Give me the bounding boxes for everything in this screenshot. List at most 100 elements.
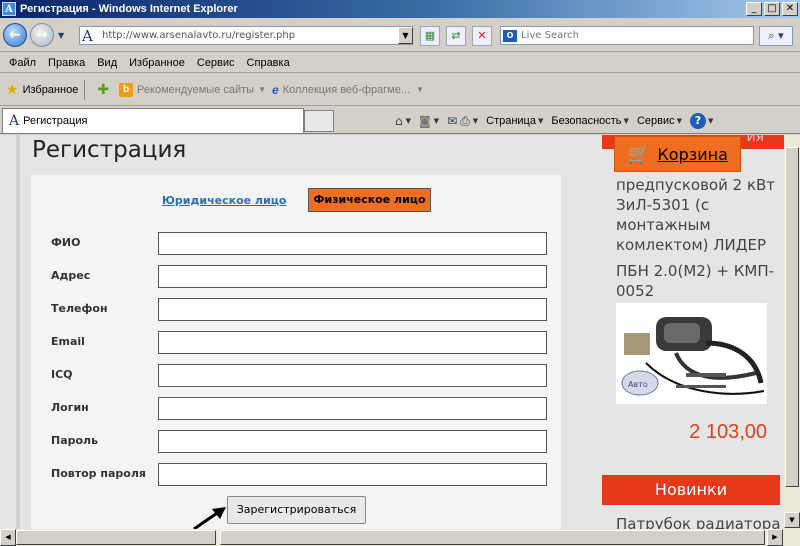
fio-input[interactable] <box>158 232 547 255</box>
product-title-line: предпусковой 2 кВт <box>616 176 776 194</box>
refresh-icon: ⇄ <box>451 29 461 42</box>
tab-registration[interactable]: A Регистрация <box>2 108 304 133</box>
home-icon[interactable]: ⌂ <box>395 114 403 128</box>
search-input[interactable] <box>521 30 741 41</box>
chevron-down-icon[interactable]: ▼ <box>434 117 439 125</box>
horizontal-scrollbar[interactable]: ◀ ▶ <box>0 529 800 546</box>
horizontal-scroll-track[interactable] <box>16 530 216 545</box>
forward-button[interactable]: → <box>30 23 54 47</box>
site-favicon-icon: A <box>82 26 93 45</box>
cart-label: Корзина <box>657 144 728 164</box>
favorites-label: Избранное <box>22 83 79 96</box>
right-sidebar: ия 🛒 Корзина предпусковой 2 кВт ЗиЛ-5301… <box>602 135 784 529</box>
chevron-down-icon[interactable]: ▼ <box>538 117 543 125</box>
page-menu[interactable]: Страница <box>486 115 536 127</box>
minimize-button[interactable]: _ <box>746 2 762 16</box>
horizontal-scroll-thumb[interactable] <box>220 530 765 545</box>
stop-button[interactable]: ✕ <box>472 26 492 46</box>
history-dropdown-icon[interactable]: ▼ <box>58 31 64 40</box>
password-repeat-input[interactable] <box>158 463 547 486</box>
close-button[interactable]: ✕ <box>782 2 798 16</box>
tools-menu[interactable]: Сервис <box>637 115 675 127</box>
help-icon[interactable]: ? <box>690 113 706 129</box>
toolbar-divider <box>84 79 86 100</box>
login-input[interactable] <box>158 397 547 420</box>
product-title-line: ЗиЛ-5301 (с <box>616 196 710 214</box>
chevron-down-icon[interactable]: ▼ <box>624 117 629 125</box>
menu-help[interactable]: Справка <box>241 57 296 69</box>
column-edge <box>16 135 20 529</box>
star-icon: ★ <box>6 81 19 97</box>
legal-entity-link[interactable]: Юридическое лицо <box>162 194 286 207</box>
new-tab-button[interactable] <box>304 110 334 132</box>
address-url[interactable]: http://www.arsenalavto.ru/register.php <box>102 30 295 41</box>
icq-input[interactable] <box>158 364 547 387</box>
chevron-down-icon[interactable]: ▼ <box>473 117 478 125</box>
fav-item-label: Рекомендуемые сайты <box>137 83 255 96</box>
maximize-button[interactable]: □ <box>764 2 780 16</box>
stop-icon: ✕ <box>477 29 487 42</box>
page-viewport: Регистрация Юридическое лицо Физическое … <box>0 135 784 529</box>
field-label-password-repeat: Повтор пароля <box>51 467 146 480</box>
product-price: 2 103,00 <box>689 421 767 443</box>
product-title-line: ПБН 2.0(М2) + КМП- <box>616 262 775 280</box>
menu-favorites[interactable]: Избранное <box>123 57 191 69</box>
search-button[interactable]: ⌕ ▾ <box>759 26 793 46</box>
tab-command-bar: A Регистрация ⌂ ▼ ◙ ▼ ✉ ⎙ ▼ Страница ▼ Б… <box>0 107 800 134</box>
menu-edit[interactable]: Правка <box>42 57 91 69</box>
magnifier-icon: ⌕ ▾ <box>768 29 784 42</box>
chevron-down-icon[interactable]: ▼ <box>708 117 713 125</box>
product-title[interactable]: предпусковой 2 кВт ЗиЛ-5301 (с монтажным… <box>616 175 776 301</box>
back-button[interactable]: ← <box>3 23 27 47</box>
scroll-down-arrow-icon[interactable]: ▼ <box>784 512 800 528</box>
window-title: Регистрация - Windows Internet Explorer <box>20 3 238 15</box>
add-favorite-button[interactable]: ✚ <box>97 81 113 98</box>
page-title: Регистрация <box>32 137 187 163</box>
product-title-line: комлектом) ЛИДЕР <box>616 236 767 254</box>
compat-icon: ▦ <box>424 29 436 42</box>
favorites-button[interactable]: ★ Избранное <box>6 81 78 98</box>
fav-item-label: Коллекция веб-фрагме... <box>282 83 411 96</box>
individual-button[interactable]: Физическое лицо <box>308 188 431 212</box>
email-input[interactable] <box>158 331 547 354</box>
favorites-bar: ★ Избранное ✚ b Рекомендуемые сайты ▼ e … <box>0 74 800 106</box>
search-box[interactable]: O <box>500 26 754 45</box>
add-favorite-icon: ✚ <box>97 81 110 97</box>
chevron-down-icon[interactable]: ▼ <box>406 117 411 125</box>
news-header[interactable]: Новинки <box>602 475 780 505</box>
safety-menu[interactable]: Безопасность <box>551 115 621 127</box>
rss-feed-icon[interactable]: ◙ <box>419 114 431 128</box>
chevron-down-icon: ▼ <box>416 85 424 94</box>
address-toolbar: ← → ▼ A http://www.arsenalavto.ru/regist… <box>0 18 800 52</box>
fav-item-suggested-sites[interactable]: b Рекомендуемые сайты ▼ <box>119 82 266 97</box>
register-button[interactable]: Зарегистрироваться <box>227 496 366 524</box>
product-image[interactable]: Авто <box>616 303 767 404</box>
cart-button[interactable]: 🛒 Корзина <box>614 136 741 172</box>
live-search-icon: O <box>503 29 517 42</box>
address-dropdown-button[interactable]: ▼ <box>398 27 413 44</box>
menu-tools[interactable]: Сервис <box>191 57 241 69</box>
command-bar: ⌂ ▼ ◙ ▼ ✉ ⎙ ▼ Страница ▼ Безопасность ▼ … <box>395 111 721 131</box>
vertical-scrollbar[interactable]: ▼ <box>784 135 800 529</box>
compatibility-view-button[interactable]: ▦ <box>420 26 440 46</box>
news-item[interactable]: Патрубок радиатора <box>616 515 781 529</box>
vertical-scroll-thumb[interactable] <box>785 147 799 487</box>
chevron-down-icon[interactable]: ▼ <box>677 117 682 125</box>
print-icon[interactable]: ⎙ <box>460 114 470 129</box>
address-input[interactable] <box>158 265 547 288</box>
product-title-line: 0052 <box>616 282 655 300</box>
bing-icon: b <box>119 82 134 97</box>
scroll-right-arrow-icon[interactable]: ▶ <box>767 529 783 546</box>
password-input[interactable] <box>158 430 547 453</box>
menu-view[interactable]: Вид <box>91 57 123 69</box>
mail-icon[interactable]: ✉ <box>447 114 457 128</box>
svg-text:Авто: Авто <box>628 380 648 389</box>
product-title-line: монтажным <box>616 216 711 234</box>
menu-file[interactable]: Файл <box>3 57 42 69</box>
address-field[interactable]: A http://www.arsenalavto.ru/register.php <box>79 26 413 45</box>
scroll-left-arrow-icon[interactable]: ◀ <box>0 529 16 546</box>
fav-item-web-slice-gallery[interactable]: e Коллекция веб-фрагме... ▼ <box>272 83 424 97</box>
refresh-button[interactable]: ⇄ <box>446 26 466 46</box>
sidebar-header-fragment: ия <box>746 135 764 145</box>
phone-input[interactable] <box>158 298 547 321</box>
